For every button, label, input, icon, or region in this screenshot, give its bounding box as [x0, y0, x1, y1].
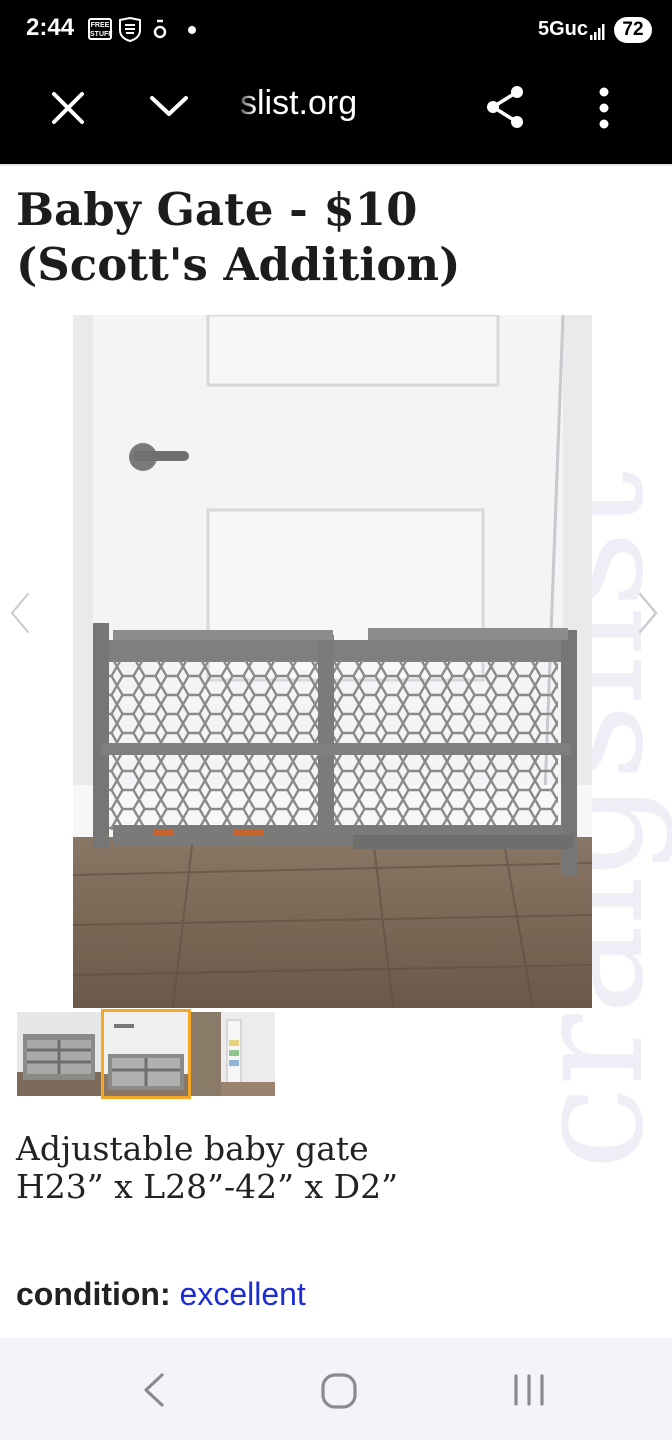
- thumbnail-image: [17, 1012, 101, 1096]
- browser-toolbar: slist.org: [0, 62, 672, 164]
- description-line: H23” x L28”-42” x D2”: [16, 1167, 398, 1206]
- listing-title: Baby Gate - $10 (Scott's Addition): [16, 183, 461, 291]
- notification-dot: [188, 26, 196, 34]
- chevron-down-icon[interactable]: [148, 90, 190, 122]
- system-nav-bar: [0, 1338, 672, 1440]
- thumbnail-image: [104, 1012, 188, 1096]
- listing-photo[interactable]: [73, 315, 592, 1008]
- usaa-icon: [119, 16, 141, 42]
- thumbnail-1[interactable]: [17, 1012, 101, 1096]
- url-text[interactable]: slist.org: [240, 84, 357, 123]
- network-type: 5Guc: [538, 18, 589, 40]
- back-icon[interactable]: [140, 1372, 168, 1408]
- clock: 2:44: [26, 14, 75, 41]
- previous-image-icon[interactable]: [8, 590, 32, 636]
- toolbar-divider: [0, 164, 672, 166]
- thumbnail-image: [191, 1012, 275, 1096]
- more-vert-icon[interactable]: [595, 86, 613, 130]
- share-icon[interactable]: [484, 84, 526, 130]
- baby-gate-photo: [73, 315, 592, 1008]
- listing-description: Adjustable baby gate H23” x L28”-42” x D…: [16, 1130, 398, 1206]
- condition-value-link[interactable]: excellent: [180, 1276, 306, 1312]
- signal-icon: [590, 24, 605, 40]
- battery-indicator: 72: [614, 17, 652, 43]
- condition-label: condition:: [16, 1276, 171, 1312]
- free-stuff-app-icon: FREE STUFF: [88, 18, 113, 40]
- thumbnail-2-selected[interactable]: [101, 1009, 191, 1099]
- notification-icon: [153, 19, 167, 39]
- recents-icon[interactable]: [510, 1374, 548, 1406]
- close-icon[interactable]: [48, 88, 88, 128]
- next-image-icon[interactable]: [636, 590, 660, 636]
- status-bar: 2:44 FREE STUFF 5Guc 72: [0, 0, 672, 62]
- home-icon[interactable]: [320, 1372, 358, 1410]
- url-fade: [222, 82, 256, 132]
- thumbnail-3[interactable]: [191, 1012, 275, 1096]
- condition-attribute: condition: excellent: [16, 1276, 306, 1313]
- description-line: Adjustable baby gate: [16, 1129, 369, 1168]
